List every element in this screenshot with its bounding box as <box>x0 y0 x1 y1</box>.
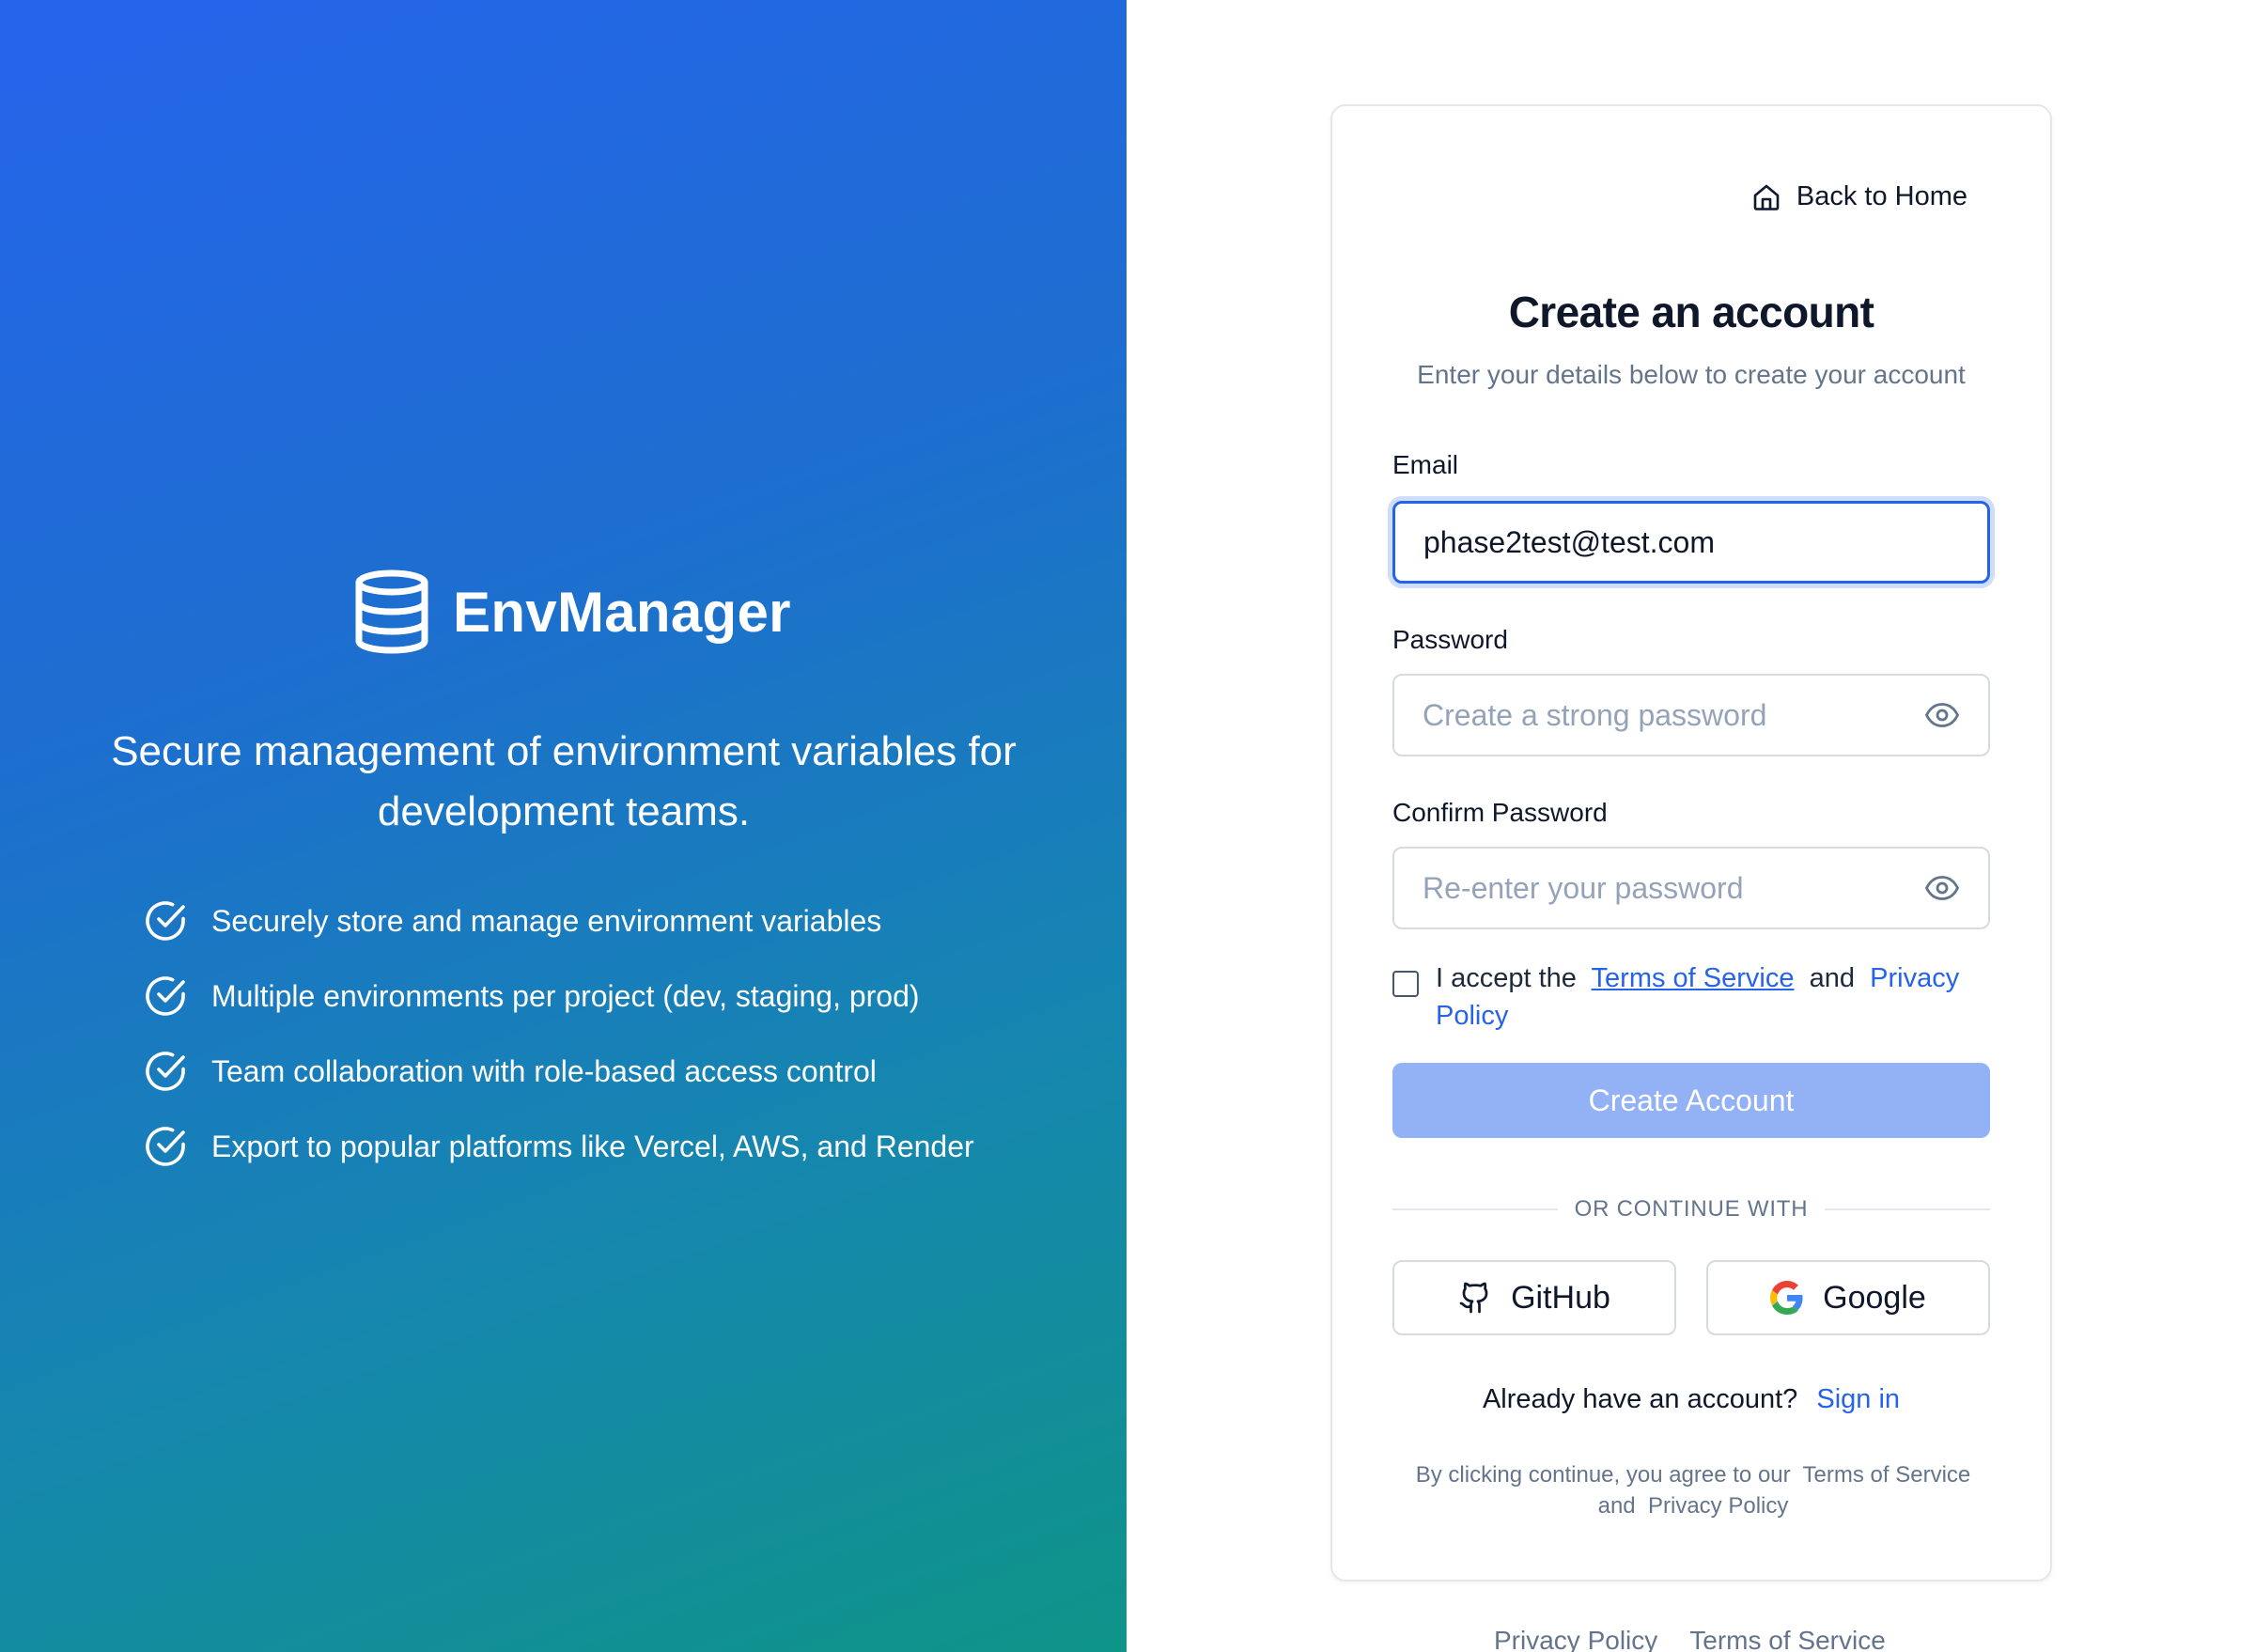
tagline: Secure management of environment variabl… <box>111 728 1017 834</box>
confirm-password-field[interactable]: Re-enter your password <box>1392 847 1990 929</box>
google-label: Google <box>1823 1279 1926 1316</box>
page-subtitle: Enter your details below to create your … <box>1417 360 1966 389</box>
divider: OR CONTINUE WITH <box>1392 1196 1990 1223</box>
feature-item: Securely store and manage environment va… <box>143 883 974 958</box>
fineprint-terms-link[interactable]: Terms of Service <box>1803 1462 1971 1488</box>
create-account-button[interactable]: Create Account <box>1392 1063 1990 1138</box>
feature-text: Export to popular platforms like Vercel,… <box>211 1129 974 1163</box>
github-icon <box>1459 1282 1488 1314</box>
feature-text: Multiple environments per project (dev, … <box>211 978 920 1013</box>
check-circle-icon <box>146 1127 185 1166</box>
back-to-home-link[interactable]: Back to Home <box>1751 181 1967 212</box>
eye-icon[interactable] <box>1924 697 1960 733</box>
google-button[interactable]: Google <box>1706 1260 1990 1335</box>
terms-prefix: I accept the <box>1436 963 1577 993</box>
footer-terms-link[interactable]: Terms of Service <box>1689 1626 1886 1652</box>
feature-list: Securely store and manage environment va… <box>143 883 974 1184</box>
password-field[interactable]: Create a strong password <box>1392 674 1990 756</box>
password-placeholder: Create a strong password <box>1423 697 1767 732</box>
home-icon <box>1753 184 1780 210</box>
email-field[interactable]: phase2test@test.com <box>1392 501 1990 584</box>
eye-icon[interactable] <box>1924 870 1960 906</box>
fineprint-privacy-link[interactable]: Privacy Policy <box>1648 1493 1788 1519</box>
terms-and: and <box>1809 963 1855 993</box>
check-circle-icon <box>146 1052 185 1091</box>
footer-privacy-link[interactable]: Privacy Policy <box>1494 1626 1657 1652</box>
terms-text: I accept the Terms of Service and Privac… <box>1436 959 1994 1035</box>
check-circle-icon <box>146 901 185 941</box>
github-button[interactable]: GitHub <box>1392 1260 1676 1335</box>
email-value: phase2test@test.com <box>1423 524 1715 559</box>
confirm-password-placeholder: Re-enter your password <box>1423 870 1744 905</box>
terms-of-service-link[interactable]: Terms of Service <box>1592 963 1795 993</box>
brand: EnvManager <box>353 569 791 654</box>
fineprint-prefix: By clicking continue, you agree to our <box>1415 1462 1791 1488</box>
page-footer: Privacy Policy Terms of Service <box>1494 1626 1886 1652</box>
divider-text: OR CONTINUE WITH <box>1574 1196 1809 1222</box>
page-title: Create an account <box>1508 288 1874 336</box>
confirm-password-label: Confirm Password <box>1392 798 1608 827</box>
signup-card: Back to Home Create an account Enter you… <box>1330 104 2052 1582</box>
feature-text: Securely store and manage environment va… <box>211 903 882 938</box>
feature-text: Team collaboration with role-based acces… <box>211 1053 877 1088</box>
terms-checkbox[interactable] <box>1392 971 1419 997</box>
sign-in-link[interactable]: Sign in <box>1816 1384 1900 1414</box>
back-to-home-label: Back to Home <box>1796 181 1967 211</box>
legal-fineprint: By clicking continue, you agree to our T… <box>1385 1459 2001 1521</box>
brand-name: EnvManager <box>453 580 791 644</box>
database-icon <box>355 569 428 654</box>
check-circle-icon <box>146 976 185 1016</box>
terms-agreement: I accept the Terms of Service and Privac… <box>1392 959 1994 1035</box>
feature-item: Export to popular platforms like Vercel,… <box>143 1109 974 1184</box>
github-label: GitHub <box>1511 1279 1610 1316</box>
feature-item: Team collaboration with role-based acces… <box>143 1034 974 1109</box>
signin-row: Already have an account? Sign in <box>1332 1384 2050 1415</box>
signin-prompt: Already have an account? <box>1482 1384 1798 1414</box>
google-icon <box>1770 1281 1803 1315</box>
feature-item: Multiple environments per project (dev, … <box>143 958 974 1034</box>
password-label: Password <box>1392 625 1508 654</box>
hero-panel: EnvManager Secure management of environm… <box>0 0 1127 1652</box>
fineprint-and: and <box>1597 1493 1636 1519</box>
email-label: Email <box>1392 450 1459 479</box>
